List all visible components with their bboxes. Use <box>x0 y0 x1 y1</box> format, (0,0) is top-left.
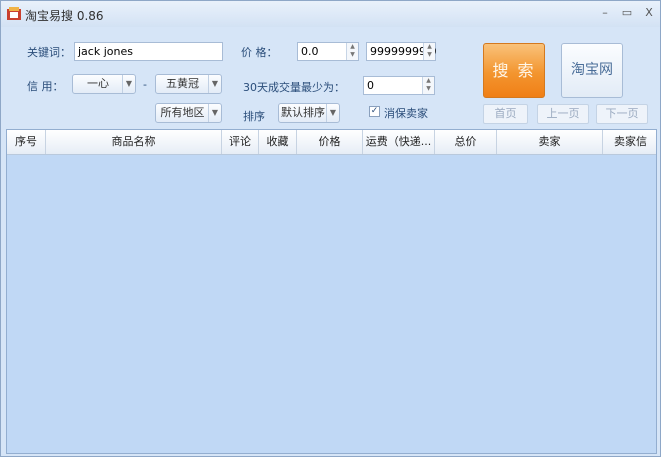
chevron-down-icon: ▼ <box>208 75 221 93</box>
price-max-input[interactable]: 99999999.0 ▲ ▼ <box>366 42 436 61</box>
next-page-button[interactable]: 下一页 <box>596 104 648 124</box>
keyword-label: 关键词： <box>27 46 71 59</box>
chevron-down-icon: ▼ <box>122 75 135 93</box>
price-max-spinner[interactable]: ▲ ▼ <box>423 43 435 60</box>
first-page-button[interactable]: 首页 <box>483 104 528 124</box>
close-icon[interactable]: X <box>642 6 656 20</box>
keyword-input[interactable]: jack jones <box>74 42 223 61</box>
credit-label: 信 用： <box>27 80 64 93</box>
min-sales-label: 30天成交量最少为： <box>243 81 345 94</box>
search-button[interactable]: 搜 索 <box>483 43 545 98</box>
app-icon <box>7 7 21 20</box>
taobao-button[interactable]: 淘宝网 <box>561 43 623 98</box>
maximize-icon[interactable]: ▭ <box>620 6 634 20</box>
column-header-seller-credit[interactable]: 卖家信 <box>603 130 656 154</box>
column-header-shipping[interactable]: 运费（快递... <box>363 130 435 154</box>
region-select[interactable]: 所有地区 ▼ <box>155 103 222 123</box>
minimize-icon[interactable]: – <box>598 6 612 20</box>
column-header-seller[interactable]: 卖家 <box>497 130 603 154</box>
column-header-product-name[interactable]: 商品名称 <box>46 130 222 154</box>
column-header-favorites[interactable]: 收藏 <box>259 130 297 154</box>
price-min-value: 0.0 <box>301 45 319 58</box>
credit-dash: - <box>143 78 147 91</box>
credit-to-select[interactable]: 五黄冠 ▼ <box>155 74 222 94</box>
consumer-protection-checkbox[interactable]: ✓ <box>369 106 380 117</box>
credit-from-value: 一心 <box>87 77 109 90</box>
price-min-spinner[interactable]: ▲ ▼ <box>346 43 358 60</box>
sort-value: 默认排序 <box>281 106 325 119</box>
chevron-down-icon: ▼ <box>326 104 339 122</box>
chevron-down-icon: ▼ <box>208 104 221 122</box>
column-header-price[interactable]: 价格 <box>297 130 363 154</box>
credit-to-value: 五黄冠 <box>166 77 199 90</box>
min-sales-input[interactable]: 0 ▲ ▼ <box>363 76 435 95</box>
price-label: 价 格： <box>241 46 278 59</box>
title-bar[interactable]: 淘宝易搜 0.86 – ▭ X <box>1 1 660 27</box>
column-header-total-price[interactable]: 总价 <box>435 130 497 154</box>
credit-from-select[interactable]: 一心 ▼ <box>72 74 136 94</box>
results-table[interactable]: 序号 商品名称 评论 收藏 价格 运费（快递... 总价 卖家 卖家信 <box>6 129 657 454</box>
min-sales-value: 0 <box>367 79 374 92</box>
column-header-comments[interactable]: 评论 <box>222 130 259 154</box>
sort-label: 排序 <box>243 110 265 123</box>
main-window: 淘宝易搜 0.86 – ▭ X 关键词： jack jones 价 格： 0.0… <box>0 0 661 457</box>
min-sales-spinner[interactable]: ▲ ▼ <box>422 77 434 94</box>
column-header-index[interactable]: 序号 <box>7 130 46 154</box>
prev-page-button[interactable]: 上一页 <box>537 104 589 124</box>
sort-select[interactable]: 默认排序 ▼ <box>278 103 340 123</box>
price-min-input[interactable]: 0.0 ▲ ▼ <box>297 42 359 61</box>
window-title: 淘宝易搜 0.86 <box>25 9 104 23</box>
consumer-protection-label: 消保卖家 <box>384 107 428 120</box>
check-icon: ✓ <box>370 106 379 116</box>
table-header: 序号 商品名称 评论 收藏 价格 运费（快递... 总价 卖家 卖家信 <box>7 130 656 155</box>
region-value: 所有地区 <box>160 106 205 119</box>
